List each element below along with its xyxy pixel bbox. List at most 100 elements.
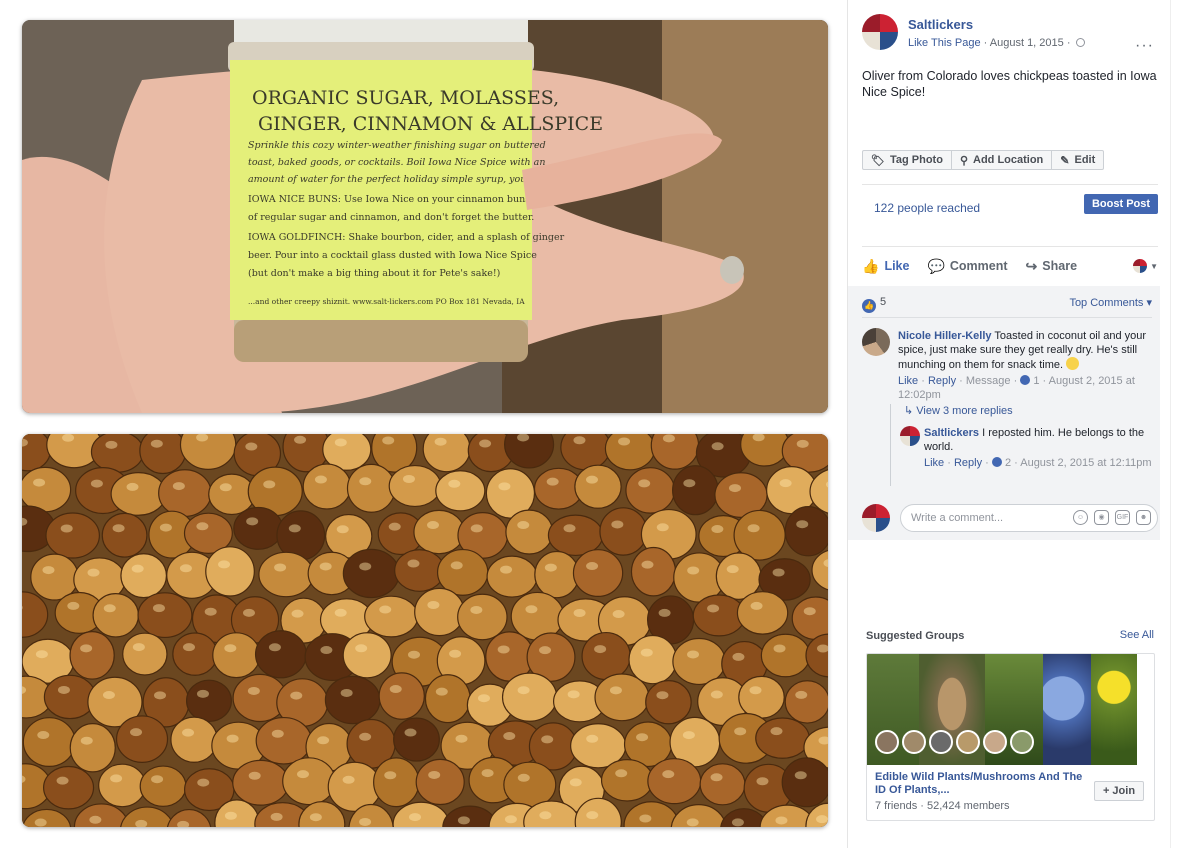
member-avatar xyxy=(875,730,899,754)
sticker-icon[interactable]: ☻ xyxy=(1136,510,1151,525)
reply-like-count[interactable]: 2 xyxy=(1005,457,1011,469)
comment-reply-link[interactable]: Reply xyxy=(928,375,956,387)
join-group-button[interactable]: + Join xyxy=(1094,781,1144,801)
member-avatar xyxy=(956,730,980,754)
photo-viewer: ORGANIC SUGAR, MOLASSES, GINGER, CINNAMO… xyxy=(0,0,1178,848)
comment: Nicole Hiller-Kelly Toasted in coconut o… xyxy=(898,329,1150,402)
like-count-icon xyxy=(1020,375,1031,385)
comment-button[interactable]: 💬 Comment xyxy=(927,258,1007,275)
post-header: Saltlickers Like This Page · August 1, 2… xyxy=(862,14,1162,54)
jar-line-1: ORGANIC SUGAR, MOLASSES, xyxy=(252,87,559,109)
tag-photo-button[interactable]: 🏷 Tag Photo xyxy=(863,151,952,169)
write-comment-input[interactable]: Write a comment... ☺ ◉ GIF ☻ xyxy=(900,504,1158,532)
jar-line-10: (but don't make a big thing about it for… xyxy=(248,268,500,279)
like-count-icon xyxy=(991,457,1002,467)
top-comments-label: Top Comments xyxy=(1069,297,1144,309)
comment-message-link[interactable]: Message xyxy=(966,375,1011,387)
jar-photo[interactable]: ORGANIC SUGAR, MOLASSES, GINGER, CINNAMO… xyxy=(22,20,828,413)
post-as-avatar xyxy=(1133,259,1148,273)
reply-time[interactable]: August 2, 2015 at 12:11pm xyxy=(1020,457,1151,469)
jar-line-4: toast, baked goods, or cocktails. Boil I… xyxy=(248,157,545,168)
reply-comment: Saltlickers I reposted him. He belongs t… xyxy=(924,426,1152,470)
chickpeas-photo[interactable] xyxy=(22,434,828,827)
post-sidebar: Saltlickers Like This Page · August 1, 2… xyxy=(848,0,1178,848)
thread-line xyxy=(890,404,891,486)
group-member-avatars xyxy=(875,730,1034,754)
more-options-icon[interactable]: ··· xyxy=(1135,38,1154,54)
reply-reply-link[interactable]: Reply xyxy=(954,457,982,469)
see-all-link[interactable]: See All xyxy=(1120,629,1154,641)
smile-emoji-icon xyxy=(1066,357,1080,370)
reaction-count[interactable]: 5 xyxy=(880,296,886,308)
emoji-icon[interactable]: ☺ xyxy=(1073,510,1088,525)
jar-photo-image: ORGANIC SUGAR, MOLASSES, GINGER, CINNAMO… xyxy=(22,20,828,413)
comment-like-count[interactable]: 1 xyxy=(1033,375,1039,387)
people-reached-link[interactable]: 122 people reached xyxy=(874,201,980,215)
group-name-link[interactable]: Edible Wild Plants/Mushrooms And The ID … xyxy=(875,771,1085,797)
chickpeas-photo-image xyxy=(22,434,828,827)
reply-like-link[interactable]: Like xyxy=(924,457,944,469)
group-meta: 7 friends · 52,424 members xyxy=(875,800,1010,812)
divider xyxy=(862,184,1158,185)
member-avatar xyxy=(929,730,953,754)
add-location-button[interactable]: ⚲ Add Location xyxy=(952,151,1053,169)
scrollbar-track[interactable] xyxy=(1170,0,1178,848)
page-avatar[interactable] xyxy=(862,14,898,50)
reply-meta: Like · Reply · 2 · August 2, 2015 at 12:… xyxy=(924,457,1152,469)
post-meta: Like This Page · August 1, 2015 · xyxy=(908,37,1085,49)
group-card[interactable]: Edible Wild Plants/Mushrooms And The ID … xyxy=(866,653,1155,821)
commenter-avatar[interactable] xyxy=(862,328,890,356)
comment-label: Comment xyxy=(949,259,1008,273)
jar-line-9: beer. Pour into a cocktail glass dusted … xyxy=(248,250,537,261)
post-date[interactable]: August 1, 2015 xyxy=(990,37,1064,49)
location-pin-icon: ⚲ xyxy=(959,154,968,167)
photo-area: ORGANIC SUGAR, MOLASSES, GINGER, CINNAMO… xyxy=(0,0,848,848)
photo-actions-bar: 🏷 Tag Photo ⚲ Add Location ✎ Edit xyxy=(862,150,1105,170)
write-comment-placeholder: Write a comment... xyxy=(911,512,1004,524)
current-user-avatar xyxy=(862,504,890,532)
reactions-row: 👍 5 Top Comments ▾ xyxy=(862,296,1152,313)
member-avatar xyxy=(983,730,1007,754)
view-more-replies-link[interactable]: ↳ View 3 more replies xyxy=(904,404,1013,417)
jar-line-7: of regular sugar and cinnamon, and don't… xyxy=(248,212,534,223)
jar-line-3: Sprinkle this cozy winter-weather finish… xyxy=(248,140,546,151)
share-button[interactable]: ↪ Share xyxy=(1026,258,1077,275)
commenter-name[interactable]: Nicole Hiller-Kelly xyxy=(898,330,992,342)
divider xyxy=(862,317,1152,318)
pencil-icon: ✎ xyxy=(1060,154,1070,167)
jar-line-5: amount of water for the perfect holiday … xyxy=(248,174,548,185)
post-text: Oliver from Colorado loves chickpeas toa… xyxy=(862,69,1157,99)
globe-icon xyxy=(1075,38,1085,47)
reply-arrow-icon: ↳ xyxy=(904,405,917,417)
page-name-link[interactable]: Saltlickers xyxy=(908,17,973,32)
top-comments-dropdown[interactable]: Top Comments ▾ xyxy=(1069,296,1152,309)
member-avatar xyxy=(902,730,926,754)
like-button[interactable]: 👍 Like xyxy=(862,258,909,275)
post-as-selector[interactable]: ▼ xyxy=(1133,259,1158,273)
reply-author-name[interactable]: Saltlickers xyxy=(924,427,979,439)
meta-sep2: · xyxy=(1066,37,1074,49)
tag-photo-label: Tag Photo xyxy=(889,154,943,166)
comments-section: 👍 5 Top Comments ▾ Nicole Hiller-Kelly To… xyxy=(848,286,1160,540)
member-avatar xyxy=(1010,730,1034,754)
like-reaction-icon: 👍 xyxy=(862,299,876,313)
comment-bubble-icon: 💬 xyxy=(927,257,945,274)
reply-avatar[interactable] xyxy=(900,426,920,446)
jar-line-6: IOWA NICE BUNS: Use Iowa Nice on your ci… xyxy=(248,194,530,205)
edit-label: Edit xyxy=(1074,154,1096,166)
camera-icon[interactable]: ◉ xyxy=(1094,510,1109,525)
thumbs-up-icon: 👍 xyxy=(862,257,880,274)
jar-line-8: IOWA GOLDFINCH: Shake bourbon, cider, an… xyxy=(248,232,565,243)
comment-like-link[interactable]: Like xyxy=(898,375,918,387)
chevron-down-icon: ▼ xyxy=(1150,261,1158,271)
tag-icon: 🏷 xyxy=(871,154,885,167)
gif-icon[interactable]: GIF xyxy=(1115,510,1130,525)
divider xyxy=(862,246,1158,247)
like-label: Like xyxy=(884,259,910,273)
jar-line-2: GINGER, CINNAMON & ALLSPICE xyxy=(258,113,603,135)
edit-button[interactable]: ✎ Edit xyxy=(1052,151,1103,169)
boost-post-button[interactable]: Boost Post xyxy=(1084,194,1158,214)
like-this-page-link[interactable]: Like This Page xyxy=(908,37,981,49)
add-location-label: Add Location xyxy=(973,154,1044,166)
view-replies-label: View 3 more replies xyxy=(916,405,1013,417)
